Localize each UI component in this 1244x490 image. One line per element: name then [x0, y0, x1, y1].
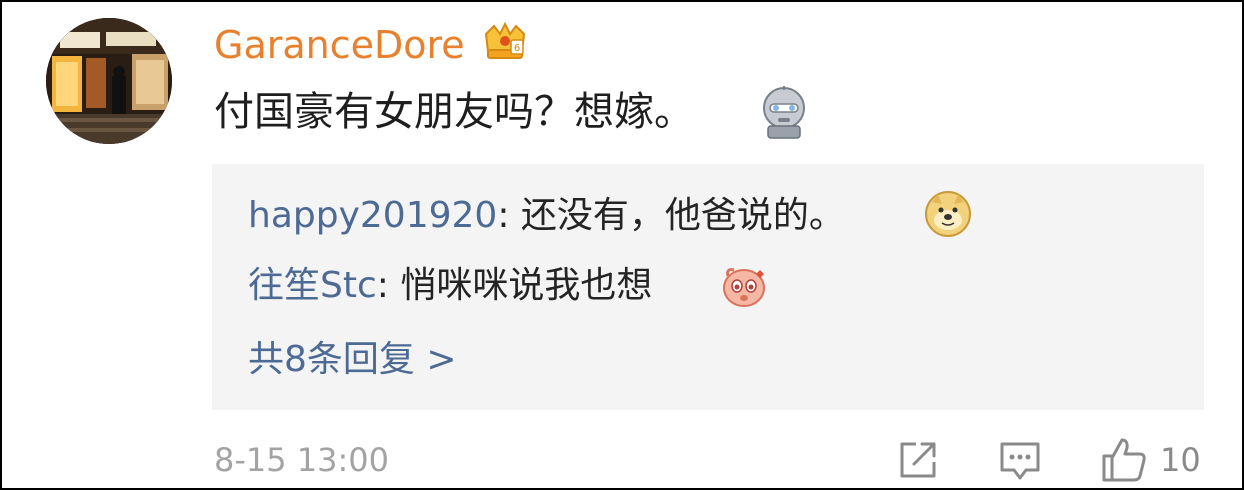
- timestamp: 8-15 13:00: [214, 441, 390, 479]
- reply-separator: :: [497, 195, 521, 236]
- reply-separator: :: [376, 265, 401, 306]
- reply-button[interactable]: [998, 436, 1042, 484]
- doge-emoji-icon: [924, 190, 972, 238]
- username[interactable]: GaranceDore: [214, 22, 465, 68]
- comment-text: 付国豪有女朋友吗？想嫁。: [214, 89, 694, 135]
- reply-text: 还没有，他爸说的。: [520, 195, 845, 236]
- share-button[interactable]: [896, 436, 940, 484]
- reply-item[interactable]: 往笙Stc: 悄咪咪说我也想: [248, 264, 652, 308]
- robot-emoji-icon: [758, 84, 810, 140]
- crown-vip-icon[interactable]: 6: [482, 20, 528, 62]
- svg-text:6: 6: [514, 43, 520, 54]
- comment-icon: [998, 438, 1042, 482]
- reply-item[interactable]: happy201920: 还没有，他爸说的。: [248, 194, 845, 238]
- reply-text: 悄咪咪说我也想: [400, 265, 653, 306]
- view-all-replies-link[interactable]: 共8条回复 >: [248, 338, 457, 382]
- like-count: 10: [1160, 441, 1201, 479]
- share-icon: [896, 438, 940, 482]
- reply-author[interactable]: 往笙Stc: [248, 265, 377, 306]
- thumbs-up-icon: [1100, 436, 1148, 484]
- pink-face-emoji-icon: [720, 262, 768, 310]
- like-button[interactable]: 10: [1100, 436, 1201, 484]
- reply-author[interactable]: happy201920: [248, 195, 497, 236]
- avatar[interactable]: [46, 18, 172, 144]
- reply-preview[interactable]: happy201920: 还没有，他爸说的。 往笙Stc: 悄咪咪说我也想 共8…: [212, 164, 1204, 410]
- comment-card: GaranceDore 6 付国豪有女朋友吗？想嫁。 happy201920: …: [0, 0, 1244, 490]
